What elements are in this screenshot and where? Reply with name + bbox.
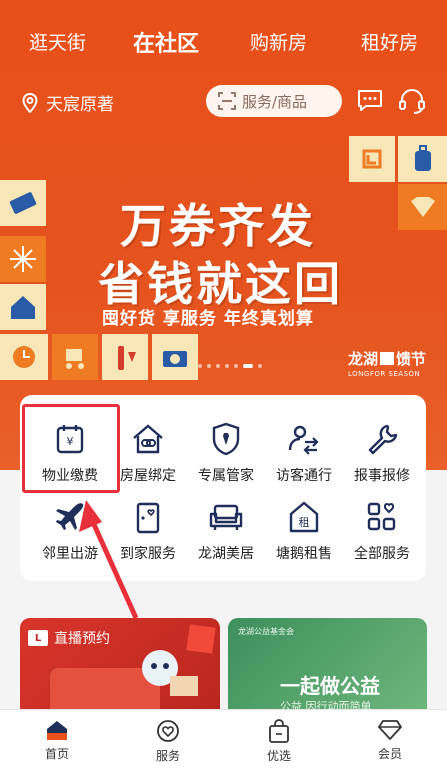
annotation-arrow bbox=[79, 500, 139, 620]
